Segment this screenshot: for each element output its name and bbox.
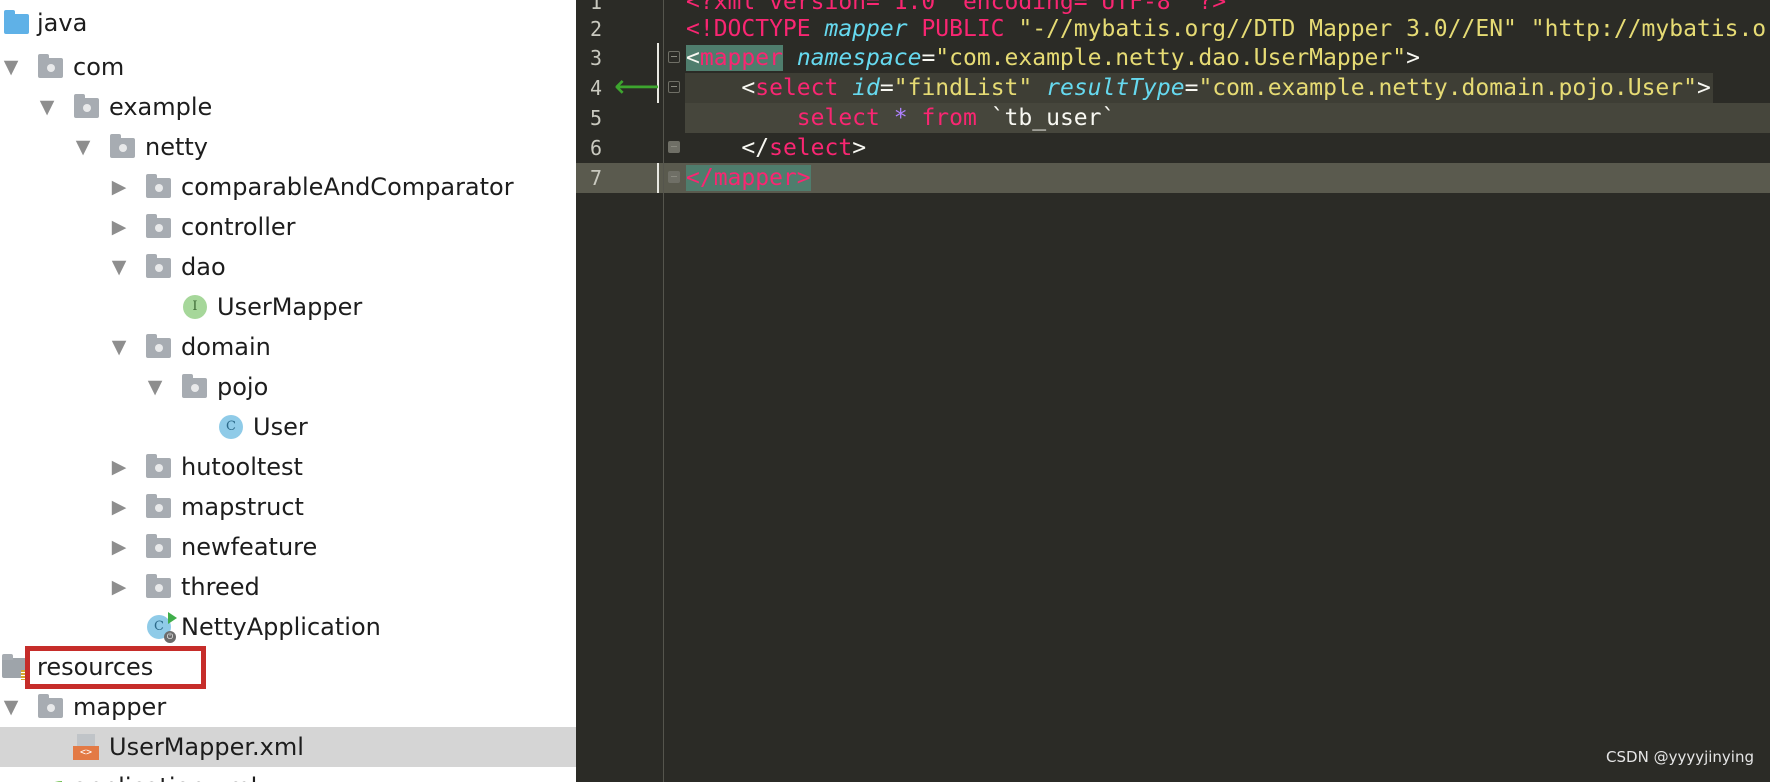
tree-item-application-yml[interactable]: application.yml [0, 767, 576, 782]
tree-item-example[interactable]: ▼ example [0, 87, 576, 127]
package-icon [146, 534, 171, 558]
code-line-4[interactable]: <select id="findList" resultType="com.ex… [686, 73, 1710, 103]
tree-item-threed[interactable]: ▶ threed [0, 567, 576, 607]
package-icon [110, 134, 135, 158]
line-number: 5 [589, 106, 602, 130]
tree-item-label: application.yml [73, 767, 257, 782]
code-editor[interactable]: 1 2 3 4 5 6 7 ⟵ <?xml version="1.0" enco… [576, 0, 1770, 782]
fold-marker-icon[interactable] [668, 81, 680, 93]
tree-item-user[interactable]: C User [0, 407, 576, 447]
fold-end-marker-icon[interactable] [668, 171, 680, 183]
tree-item-label: java [37, 9, 88, 37]
line-number: 6 [589, 136, 602, 160]
package-icon [146, 574, 171, 598]
package-icon [146, 214, 171, 238]
code-line-5[interactable]: select * from `tb_user` [686, 103, 1116, 133]
code-line-3[interactable]: <mapper namespace="com.example.netty.dao… [686, 43, 1420, 73]
tree-item-label: dao [181, 253, 226, 281]
chevron-right-icon[interactable]: ▶ [108, 527, 130, 567]
chevron-down-icon[interactable]: ▼ [36, 87, 58, 127]
package-icon [146, 454, 171, 478]
source-folder-icon [4, 10, 29, 34]
resources-folder-icon [2, 654, 29, 680]
tree-item-pojo[interactable]: ▼ pojo [0, 367, 576, 407]
tree-item-label: pojo [217, 373, 269, 401]
line-number: 3 [589, 46, 602, 70]
tree-item-netty[interactable]: ▼ netty [0, 127, 576, 167]
package-icon [38, 54, 63, 78]
chevron-right-icon[interactable]: ▶ [108, 487, 130, 527]
line-number: 2 [589, 17, 602, 41]
chevron-right-icon[interactable]: ▶ [108, 167, 130, 207]
tree-item-com[interactable]: ▼ com [0, 47, 576, 87]
line-number: 4 [589, 76, 602, 100]
tree-item-domain[interactable]: ▼ domain [0, 327, 576, 367]
tree-item-label: netty [145, 133, 208, 161]
tree-item-label: controller [181, 213, 296, 241]
chevron-right-icon[interactable]: ▶ [108, 207, 130, 247]
package-icon [146, 254, 171, 278]
package-icon [38, 694, 63, 718]
code-line-7[interactable]: </mapper> [686, 163, 811, 193]
code-line-2[interactable]: <!DOCTYPE mapper PUBLIC "-//mybatis.org/… [686, 14, 1770, 44]
tree-item-label: threed [181, 573, 260, 601]
xml-file-icon: <> [73, 734, 99, 760]
line-number: 7 [589, 166, 602, 190]
interface-icon: I [183, 295, 207, 319]
tree-item-label: UserMapper [217, 293, 363, 321]
tree-item-label: comparableAndComparator [181, 173, 514, 201]
tree-item-newfeature[interactable]: ▶ newfeature [0, 527, 576, 567]
chevron-down-icon[interactable]: ▼ [0, 687, 22, 727]
watermark: CSDN @yyyyjinying [1606, 748, 1754, 766]
tree-item-mapper[interactable]: ▼ mapper [0, 687, 576, 727]
chevron-down-icon[interactable]: ▼ [144, 367, 166, 407]
tree-item-hutooltest[interactable]: ▶ hutooltest [0, 447, 576, 487]
chevron-down-icon[interactable]: ▼ [108, 327, 130, 367]
package-icon [146, 174, 171, 198]
chevron-down-icon[interactable]: ▼ [72, 127, 94, 167]
fold-marker-icon[interactable] [668, 51, 680, 63]
class-icon: C [219, 415, 243, 439]
tree-item-mapstruct[interactable]: ▶ mapstruct [0, 487, 576, 527]
tree-item-label: com [73, 53, 125, 81]
code-line-6[interactable]: </select> [686, 133, 866, 163]
package-icon [182, 374, 207, 398]
text-caret [657, 163, 659, 193]
tree-item-nettyapplication[interactable]: C ⏻ NettyApplication [0, 607, 576, 647]
tree-item-label: mapper [73, 693, 167, 721]
tree-item-label: UserMapper.xml [109, 733, 304, 761]
gutter-divider [663, 0, 664, 782]
tree-item-label: newfeature [181, 533, 318, 561]
spring-app-class-icon: C ⏻ [147, 612, 177, 643]
chevron-right-icon[interactable]: ▶ [108, 447, 130, 487]
tree-item-label: User [253, 413, 308, 441]
package-icon [146, 334, 171, 358]
fold-end-marker-icon[interactable] [668, 141, 680, 153]
chevron-down-icon[interactable]: ▼ [108, 247, 130, 287]
tree-item-controller[interactable]: ▶ controller [0, 207, 576, 247]
tree-item-comparableandcomparator[interactable]: ▶ comparableAndComparator [0, 167, 576, 207]
navigate-arrow-icon[interactable]: ⟵ [614, 70, 660, 102]
tree-item-usermapper-xml[interactable]: <> UserMapper.xml [0, 727, 576, 767]
package-icon [146, 494, 171, 518]
tree-item-label: domain [181, 333, 271, 361]
tree-item-java[interactable]: java [0, 3, 576, 43]
tree-item-label: example [109, 93, 213, 121]
tree-item-label: NettyApplication [181, 613, 381, 641]
tree-item-dao[interactable]: ▼ dao [0, 247, 576, 287]
tree-item-usermapper[interactable]: I UserMapper [0, 287, 576, 327]
chevron-right-icon[interactable]: ▶ [108, 567, 130, 607]
project-tree: java ▼ com ▼ example ▼ netty ▶ comparabl… [0, 0, 576, 782]
tree-item-label: hutooltest [181, 453, 303, 481]
annotation-highlight-box [25, 646, 206, 689]
chevron-down-icon[interactable]: ▼ [0, 47, 22, 87]
package-icon [74, 94, 99, 118]
tree-item-label: mapstruct [181, 493, 304, 521]
